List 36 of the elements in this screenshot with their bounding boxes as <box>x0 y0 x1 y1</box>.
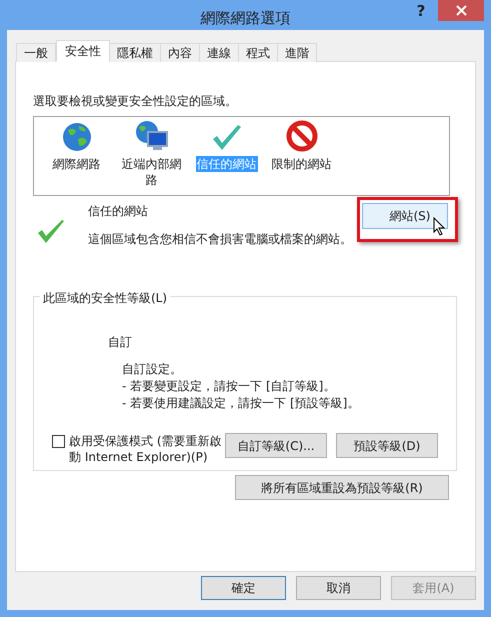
window-title: 網際網路選項 <box>200 8 290 29</box>
level-name: 自訂 <box>108 334 133 351</box>
zone-description: 這個區域包含您相信不會損害電腦或檔案的網站。 <box>88 231 352 248</box>
tab[interactable]: 連線 <box>199 43 239 62</box>
level-description-line: - 若要變更設定，請按一下 [自訂等級]。 <box>122 378 336 395</box>
close-icon <box>456 5 466 16</box>
close-button[interactable] <box>438 0 484 21</box>
tab[interactable]: 程式 <box>238 43 278 62</box>
tab[interactable]: 進階 <box>277 43 317 62</box>
tab[interactable]: 隱私權 <box>109 43 161 62</box>
dialog-button[interactable]: 取消 <box>296 576 381 600</box>
zone-item[interactable]: 網際網路 <box>52 156 102 172</box>
tab[interactable]: 內容 <box>160 43 200 62</box>
level-description-line: 自訂設定。 <box>122 361 183 378</box>
tab[interactable]: 安全性 <box>56 40 110 62</box>
check-icon <box>36 219 66 245</box>
zone-title: 信任的網站 <box>88 203 149 220</box>
checkbox[interactable] <box>52 435 65 448</box>
group-legend: 此區域的安全性等級(L) <box>40 289 170 307</box>
zone-item[interactable]: 近端內部網路 <box>115 156 188 188</box>
globe-icon <box>62 122 92 152</box>
level-button[interactable]: 自訂等級(C)... <box>225 433 327 458</box>
reset-all-zones-button[interactable]: 將所有區域重設為預設等級(R) <box>235 475 449 500</box>
level-description-line: - 若要使用建議設定，請按一下 [預設等級]。 <box>122 395 360 412</box>
globe-monitor-icon <box>134 120 168 152</box>
help-button[interactable]: ? <box>404 0 438 22</box>
sites-button[interactable]: 網站(S) <box>362 203 448 229</box>
no-entry-icon <box>286 120 318 152</box>
check-icon <box>212 124 242 152</box>
level-button[interactable]: 預設等級(D) <box>336 433 438 458</box>
dialog-button[interactable]: 確定 <box>201 576 286 600</box>
protected-mode-label: 啟用受保護模式 (需要重新啟動 Internet Explorer)(P) <box>69 433 222 465</box>
zone-prompt: 選取要檢視或變更安全性設定的區域。 <box>33 93 238 110</box>
tab[interactable]: 一般 <box>16 43 56 62</box>
cursor-icon <box>433 217 445 236</box>
zone-item[interactable]: 限制的網站 <box>270 156 332 172</box>
